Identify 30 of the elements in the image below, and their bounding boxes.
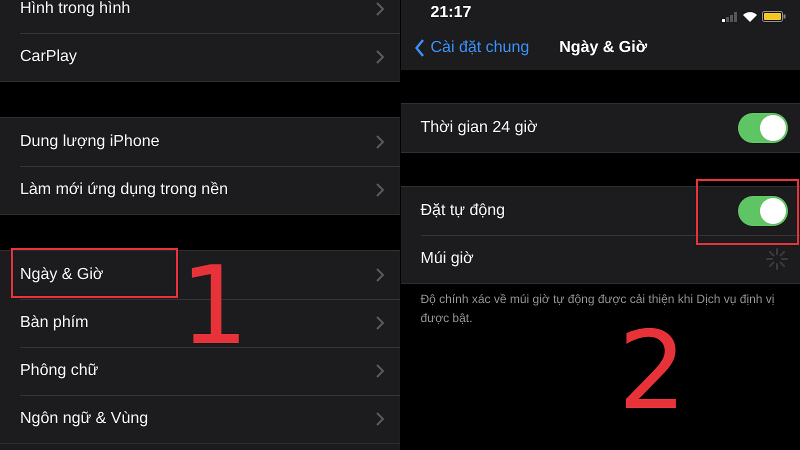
- row-label: Hình trong hình: [20, 0, 132, 18]
- chevron-icon: [376, 183, 384, 197]
- battery-icon: [762, 11, 786, 22]
- back-chevron-icon: [414, 39, 424, 57]
- chevron-icon: [376, 2, 384, 16]
- spinner-icon: [766, 248, 788, 270]
- row-label: Làm mới ứng dụng trong nền: [20, 181, 229, 199]
- status-time: 21:17: [430, 4, 472, 22]
- chevron-icon: [376, 412, 384, 426]
- chevron-icon: [376, 364, 384, 378]
- chevron-icon: [376, 316, 384, 330]
- chevron-icon: [376, 268, 384, 282]
- signal-icon: [722, 12, 738, 22]
- row-label: Ngày & Giờ: [20, 266, 104, 284]
- row-label: CarPlay: [20, 48, 78, 66]
- toggle-switch[interactable]: [738, 113, 788, 143]
- page-title: Ngày & Giờ: [559, 39, 648, 57]
- toggle-switch[interactable]: [738, 196, 788, 226]
- row-label: Múi giờ: [420, 250, 475, 268]
- row-label: Đặt tự động: [420, 202, 506, 220]
- row-label: Phông chữ: [20, 362, 100, 380]
- chevron-icon: [376, 50, 384, 64]
- row-label: Bàn phím: [20, 314, 90, 332]
- row-label: Dung lượng iPhone: [20, 133, 161, 151]
- row-label: Thời gian 24 giờ: [420, 119, 539, 137]
- chevron-icon: [376, 135, 384, 149]
- row-label: Ngôn ngữ & Vùng: [20, 410, 150, 428]
- wifi-icon: [743, 12, 757, 22]
- back-button[interactable]: Cài đặt chung: [410, 39, 534, 57]
- step-number: 1: [180, 253, 249, 361]
